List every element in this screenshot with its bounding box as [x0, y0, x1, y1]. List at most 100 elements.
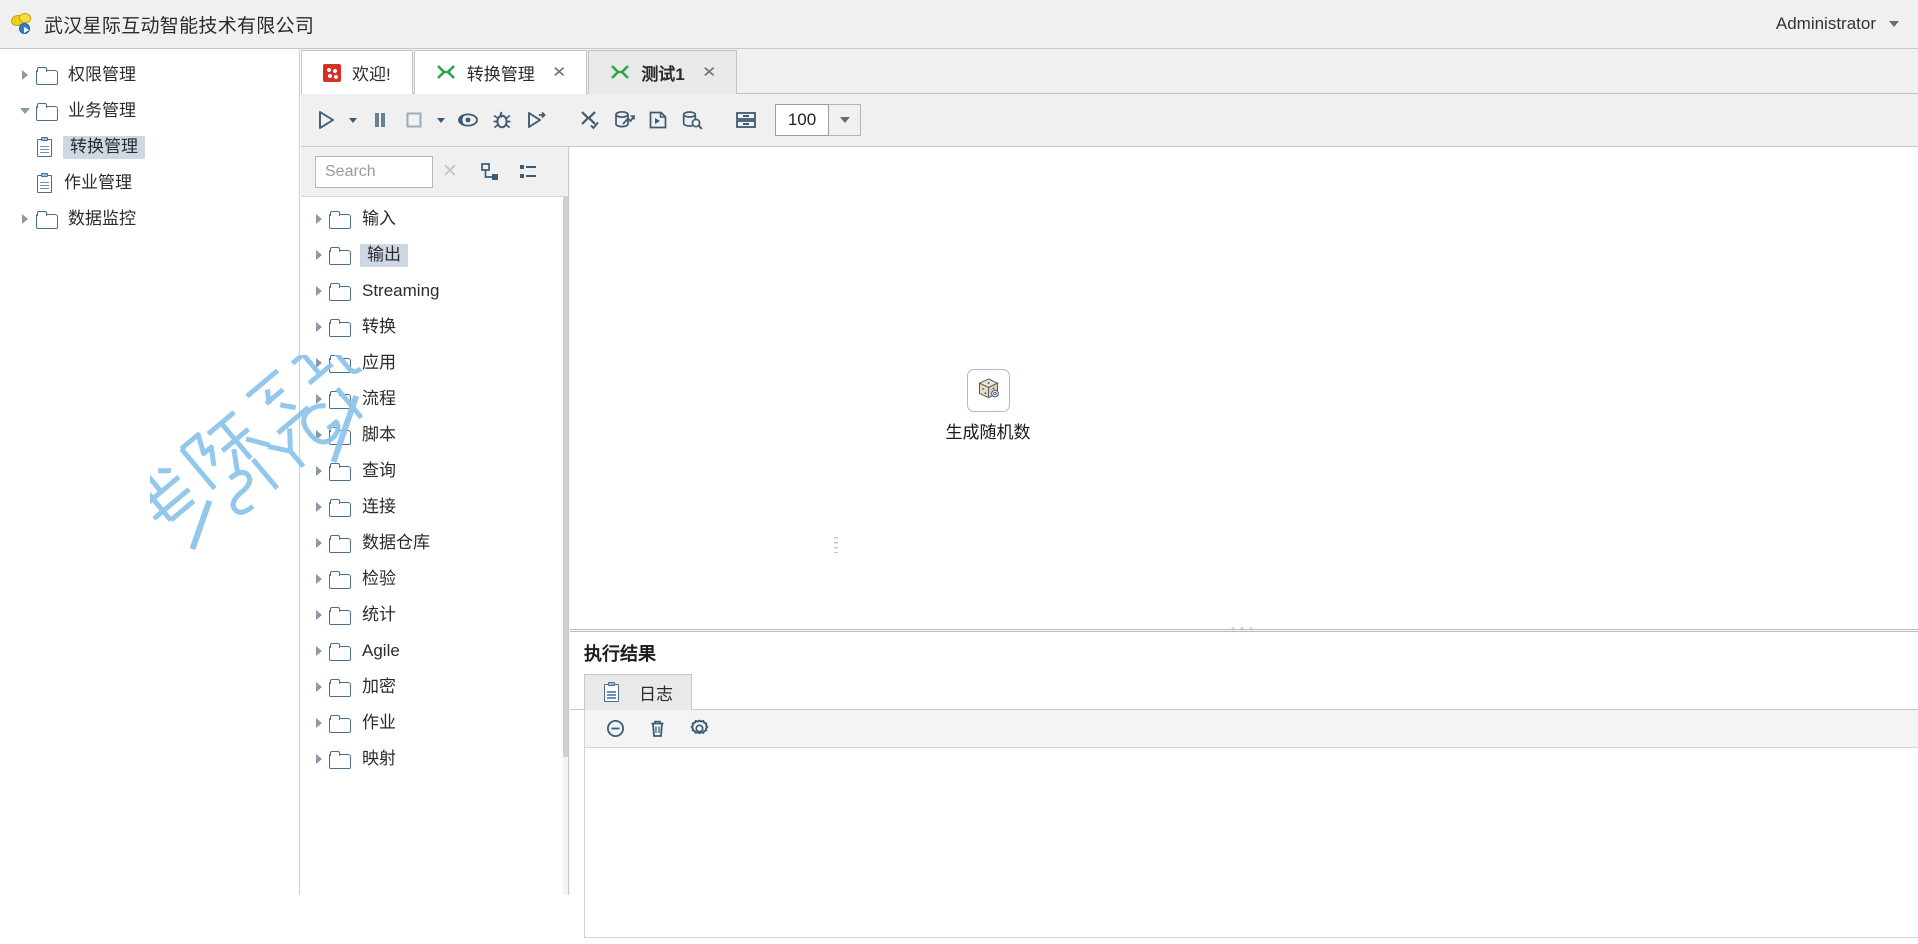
palette-item-streaming[interactable]: Streaming: [301, 273, 568, 309]
search-input[interactable]: [315, 155, 433, 188]
sidebar: 权限管理 业务管理 转换管理 作业管理 数据监控: [0, 49, 300, 895]
execution-result-header: 执行结果: [570, 631, 1918, 673]
run-options-button[interactable]: [343, 102, 363, 138]
replay-button[interactable]: [519, 102, 553, 138]
palette-scrollbar[interactable]: [563, 197, 568, 895]
minus-circle-icon[interactable]: [601, 715, 629, 743]
palette-item-output[interactable]: 输出: [301, 237, 568, 273]
palette-item-label: 流程: [362, 388, 396, 408]
triangle-right-icon[interactable]: [14, 70, 36, 80]
close-icon[interactable]: ✕: [552, 65, 566, 80]
palette-header: ✕: [301, 147, 568, 197]
trash-icon[interactable]: [643, 715, 671, 743]
gear-icon[interactable]: [685, 715, 713, 743]
verify-button[interactable]: [573, 102, 607, 138]
sidebar-item-transformation-management[interactable]: 转换管理: [0, 129, 299, 165]
folder-icon: [329, 462, 351, 481]
caret-down-icon[interactable]: [1889, 21, 1899, 27]
app-title: 武汉星际互动智能技术有限公司: [44, 15, 315, 37]
palette-item-query[interactable]: 查询: [301, 453, 568, 489]
transformation-canvas[interactable]: 生成随机数: [570, 147, 1918, 633]
folder-icon: [329, 354, 351, 373]
preview-button[interactable]: [451, 102, 485, 138]
editor-tabbar: 欢迎! 转换管理 ✕ 测试1 ✕: [301, 49, 1918, 94]
triangle-right-icon[interactable]: [309, 286, 329, 296]
zoom-dropdown-button[interactable]: [829, 104, 861, 136]
impact-analysis-button[interactable]: [607, 102, 641, 138]
triangle-right-icon[interactable]: [309, 358, 329, 368]
triangle-right-icon[interactable]: [309, 610, 329, 620]
close-icon[interactable]: ✕: [702, 65, 716, 80]
triangle-right-icon[interactable]: [14, 214, 36, 224]
triangle-down-icon[interactable]: [14, 108, 36, 114]
collapse-tree-icon[interactable]: [513, 156, 543, 188]
palette-item-label: 输出: [360, 243, 408, 267]
stop-button[interactable]: [397, 102, 431, 138]
zoom-level-value: 100: [787, 110, 817, 129]
folder-icon: [329, 570, 351, 589]
main-area: 欢迎! 转换管理 ✕ 测试1 ✕ 100 Search ✕ 输入 输出 Stre…: [301, 49, 1918, 944]
palette-item-application[interactable]: 应用: [301, 345, 568, 381]
triangle-right-icon[interactable]: [309, 430, 329, 440]
sidebar-item-data-monitoring[interactable]: 数据监控: [0, 201, 299, 237]
debug-button[interactable]: [485, 102, 519, 138]
folder-icon: [329, 390, 351, 409]
random-number-die-icon: [966, 369, 1010, 412]
palette-item-label: 应用: [362, 352, 396, 372]
user-menu[interactable]: Administrator: [1776, 14, 1899, 34]
sidebar-item-permission-management[interactable]: 权限管理: [0, 57, 299, 93]
palette-item-transform[interactable]: 转换: [301, 309, 568, 345]
canvas-node-generate-random-number[interactable]: 生成随机数: [932, 369, 1044, 443]
palette-item-job[interactable]: 作业: [301, 705, 568, 741]
palette-item-validation[interactable]: 检验: [301, 561, 568, 597]
step-palette: ✕ 输入: [301, 147, 569, 895]
tab-label: 欢迎!: [352, 65, 391, 84]
explore-db-button[interactable]: [675, 102, 709, 138]
expand-tree-icon[interactable]: [475, 156, 505, 188]
sidebar-item-label: 权限管理: [68, 64, 136, 84]
sidebar-item-job-management[interactable]: 作业管理: [0, 165, 299, 201]
triangle-right-icon[interactable]: [309, 682, 329, 692]
folder-icon: [329, 426, 351, 445]
align-grid-button[interactable]: [729, 102, 763, 138]
triangle-right-icon[interactable]: [309, 754, 329, 764]
run-button[interactable]: [309, 102, 343, 138]
palette-canvas-splitter[interactable]: [834, 537, 838, 553]
triangle-right-icon[interactable]: [309, 214, 329, 224]
pause-button[interactable]: [363, 102, 397, 138]
palette-item-data-warehouse[interactable]: 数据仓库: [301, 525, 568, 561]
palette-item-flow[interactable]: 流程: [301, 381, 568, 417]
triangle-right-icon[interactable]: [309, 466, 329, 476]
triangle-right-icon[interactable]: [309, 646, 329, 656]
transformation-toolbar: 100: [301, 94, 1918, 147]
generate-sql-button[interactable]: [641, 102, 675, 138]
close-icon[interactable]: ✕: [433, 156, 467, 188]
tab-transformation-management[interactable]: 转换管理 ✕: [413, 50, 588, 94]
transformation-icon: [436, 64, 456, 82]
palette-item-encryption[interactable]: 加密: [301, 669, 568, 705]
palette-item-mapping[interactable]: 映射: [301, 741, 568, 777]
tab-log[interactable]: 日志: [584, 674, 692, 710]
user-name-label: Administrator: [1775, 14, 1876, 33]
palette-item-label: 映射: [362, 748, 396, 768]
palette-item-agile[interactable]: Agile: [301, 633, 568, 669]
triangle-right-icon[interactable]: [309, 502, 329, 512]
tab-welcome[interactable]: 欢迎!: [301, 50, 413, 94]
stop-options-button[interactable]: [431, 102, 451, 138]
triangle-right-icon[interactable]: [309, 394, 329, 404]
palette-item-statistics[interactable]: 统计: [301, 597, 568, 633]
palette-item-script[interactable]: 脚本: [301, 417, 568, 453]
palette-item-connection[interactable]: 连接: [301, 489, 568, 525]
triangle-right-icon[interactable]: [309, 250, 329, 260]
log-output-area[interactable]: [584, 748, 1918, 938]
sidebar-item-business-management[interactable]: 业务管理: [0, 93, 299, 129]
triangle-right-icon[interactable]: [309, 574, 329, 584]
sidebar-item-label: 数据监控: [68, 208, 136, 228]
triangle-right-icon[interactable]: [309, 322, 329, 332]
triangle-right-icon[interactable]: [309, 718, 329, 728]
tab-test1[interactable]: 测试1 ✕: [588, 50, 738, 94]
zoom-level-input[interactable]: 100: [775, 104, 829, 136]
palette-item-input[interactable]: 输入: [301, 201, 568, 237]
palette-list: 输入 输出 Streaming 转换 应用 流程 脚本 查询 连接 数据仓库 检…: [301, 197, 568, 777]
triangle-right-icon[interactable]: [309, 538, 329, 548]
